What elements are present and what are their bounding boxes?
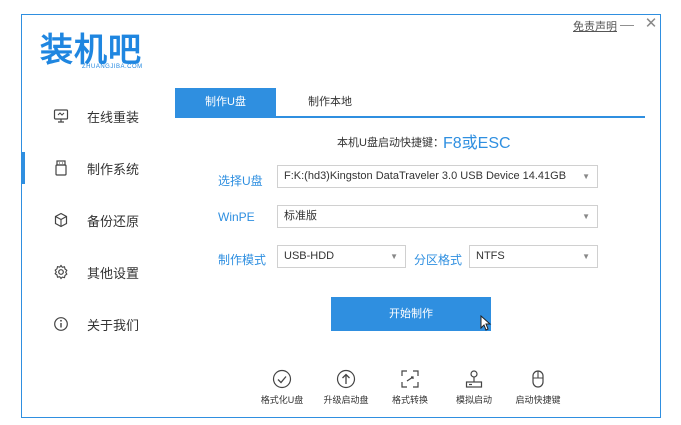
sidebar-item-other-settings[interactable]: 其他设置 bbox=[22, 252, 172, 292]
tool-simulate-boot[interactable]: 模拟启动 bbox=[444, 369, 504, 409]
tool-label: 启动快捷键 bbox=[515, 395, 561, 405]
convert-icon bbox=[401, 370, 419, 388]
partition-select-value: NTFS bbox=[476, 250, 505, 262]
hotkey-value: F8或ESC bbox=[443, 135, 511, 152]
minimize-button[interactable]: — bbox=[619, 16, 635, 32]
sidebar-item-online-reinstall[interactable]: 在线重装 bbox=[22, 96, 172, 136]
tool-label: 升级启动盘 bbox=[323, 395, 369, 405]
disclaimer-link[interactable]: 免责声明 bbox=[573, 18, 617, 34]
sidebar-item-label: 其他设置 bbox=[87, 265, 140, 281]
usb-drive-icon bbox=[53, 160, 69, 176]
mode-select-value: USB-HDD bbox=[284, 250, 335, 262]
mouse-cursor-icon bbox=[480, 315, 492, 331]
sidebar-item-label: 关于我们 bbox=[87, 317, 140, 333]
tool-label: 格式转换 bbox=[391, 395, 428, 405]
sidebar-item-make-system[interactable]: 制作系统 bbox=[22, 148, 172, 188]
tab-make-local[interactable]: 制作本地 bbox=[276, 88, 384, 116]
winpe-label: WinPE bbox=[218, 210, 255, 224]
app-window: 装机吧 ZHUANGJIBA.COM 免责声明 — ✕ 在线重装 制作系统 备份… bbox=[21, 14, 661, 418]
tool-format-convert[interactable]: 格式转换 bbox=[380, 369, 440, 409]
mode-select[interactable]: USB-HDD ▼ bbox=[277, 245, 406, 268]
winpe-select-value: 标准版 bbox=[284, 210, 317, 222]
partition-select[interactable]: NTFS ▼ bbox=[469, 245, 598, 268]
start-button[interactable]: 开始制作 bbox=[331, 297, 491, 331]
tool-label: 模拟启动 bbox=[455, 395, 492, 405]
tool-upgrade-boot-disk[interactable]: 升级启动盘 bbox=[316, 369, 376, 409]
usb-select-value: F:K:(hd3)Kingston DataTraveler 3.0 USB D… bbox=[284, 170, 567, 182]
usb-select[interactable]: F:K:(hd3)Kingston DataTraveler 3.0 USB D… bbox=[277, 165, 598, 188]
simulate-icon bbox=[465, 370, 483, 388]
partition-label: 分区格式 bbox=[414, 253, 463, 267]
mode-label: 制作模式 bbox=[218, 253, 267, 267]
usb-select-label: 选择U盘 bbox=[218, 174, 263, 188]
check-circle-icon bbox=[272, 369, 292, 389]
chevron-down-icon: ▼ bbox=[582, 252, 590, 261]
gear-icon bbox=[53, 264, 69, 280]
chevron-down-icon: ▼ bbox=[390, 252, 398, 261]
sidebar-item-label: 备份还原 bbox=[87, 213, 140, 229]
tab-bar: 制作U盘 制作本地 bbox=[175, 88, 645, 118]
winpe-select[interactable]: 标准版 ▼ bbox=[277, 205, 598, 228]
tool-boot-hotkey[interactable]: 启动快捷键 bbox=[508, 369, 568, 409]
mouse-icon bbox=[532, 370, 544, 388]
chevron-down-icon: ▼ bbox=[582, 212, 590, 221]
sidebar-item-label: 制作系统 bbox=[87, 161, 140, 177]
logo: 装机吧 ZHUANGJIBA.COM bbox=[40, 23, 160, 75]
monitor-icon bbox=[53, 108, 69, 124]
close-button[interactable]: ✕ bbox=[643, 16, 659, 32]
chevron-down-icon: ▼ bbox=[582, 172, 590, 181]
info-icon bbox=[53, 316, 69, 332]
sidebar-item-backup-restore[interactable]: 备份还原 bbox=[22, 200, 172, 240]
sidebar-item-about-us[interactable]: 关于我们 bbox=[22, 304, 172, 344]
tab-make-usb[interactable]: 制作U盘 bbox=[175, 88, 276, 116]
backup-cube-icon bbox=[53, 212, 69, 228]
logo-subtitle: ZHUANGJIBA.COM bbox=[82, 64, 143, 70]
tool-format-usb[interactable]: 格式化U盘 bbox=[252, 369, 312, 409]
sidebar-item-label: 在线重装 bbox=[87, 109, 140, 125]
tool-label: 格式化U盘 bbox=[260, 395, 304, 405]
upload-circle-icon bbox=[336, 369, 356, 389]
hotkey-label: 本机U盘启动快捷键： bbox=[337, 137, 444, 149]
